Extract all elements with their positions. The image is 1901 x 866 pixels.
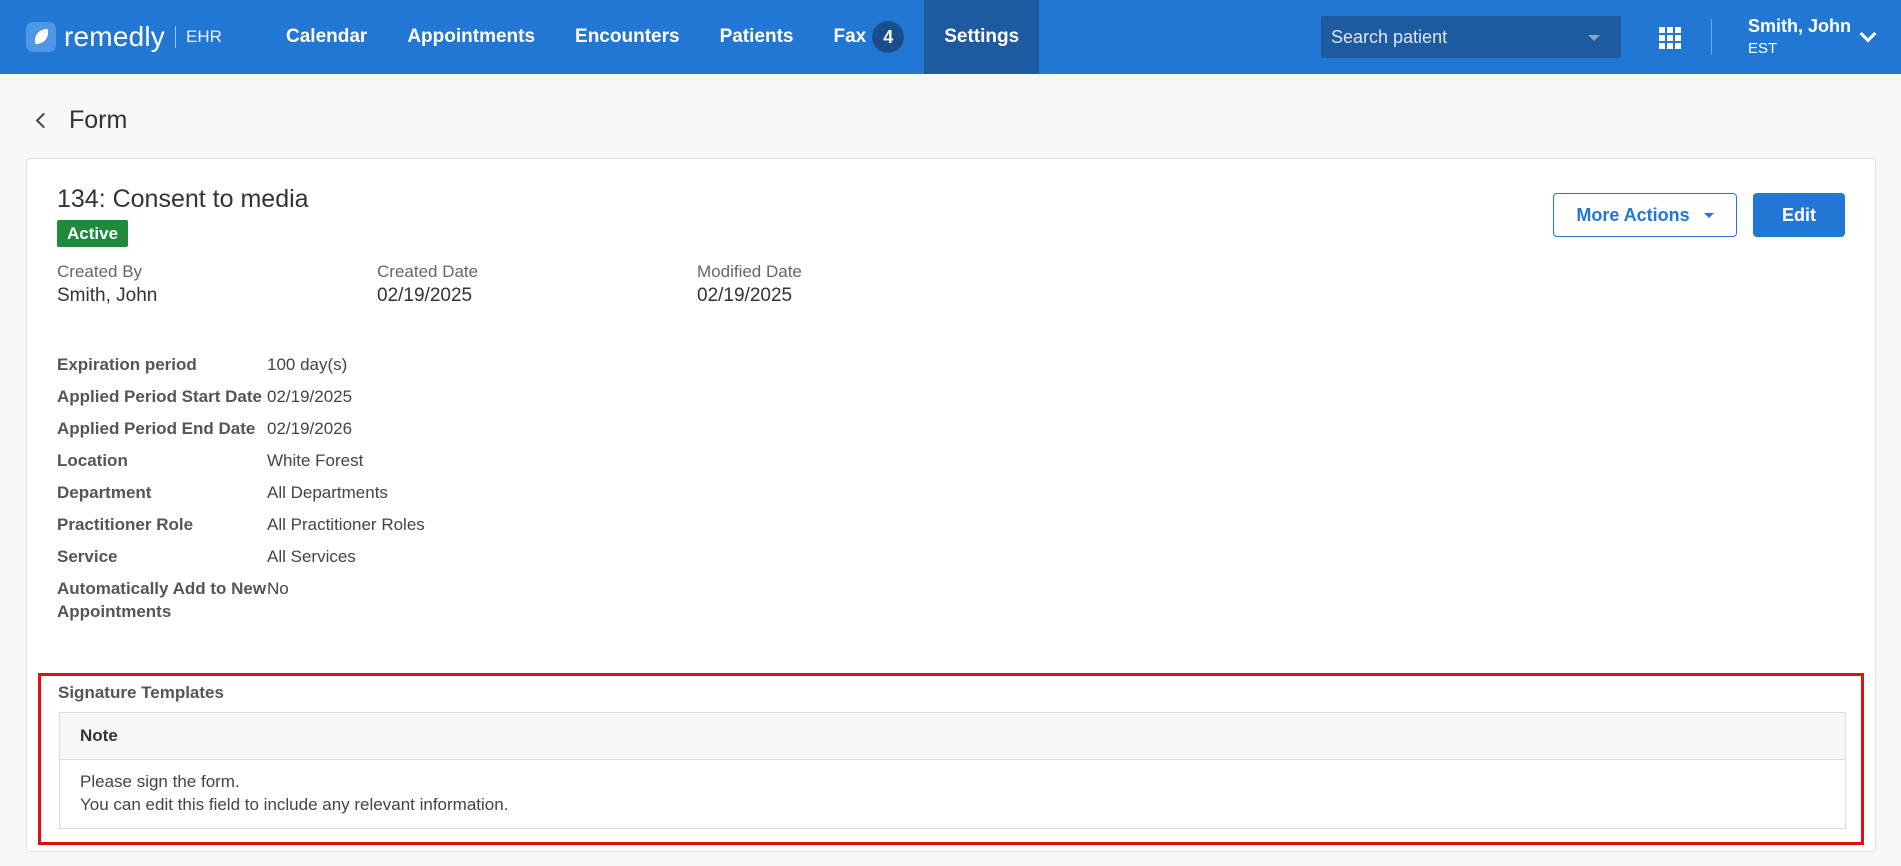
navbar-divider [1711, 19, 1712, 55]
brand-logo[interactable]: remedly EHR [26, 20, 222, 54]
back-chevron-icon[interactable] [35, 112, 52, 129]
nav-label: Settings [944, 26, 1020, 47]
table-row: Please sign the form. You can edit this … [60, 760, 1845, 826]
nav-encounters[interactable]: Encounters [555, 0, 700, 74]
detail-value: All Services [267, 547, 356, 566]
detail-row-service: Service All Services [57, 545, 657, 568]
detail-row-location: Location White Forest [57, 449, 657, 472]
more-actions-button[interactable]: More Actions [1553, 193, 1737, 237]
nav-label: Fax [833, 26, 867, 47]
user-timezone: EST [1748, 40, 1778, 57]
detail-label: Service [57, 547, 118, 566]
more-actions-label: More Actions [1576, 204, 1690, 225]
detail-label: Location [57, 451, 128, 470]
created-by-label: Created By [57, 262, 143, 281]
nav-settings[interactable]: Settings [924, 0, 1040, 74]
signature-templates-table: Note Please sign the form. You can edit … [59, 712, 1846, 829]
status-badge: Active [57, 220, 129, 247]
table-header-note: Note [60, 713, 1845, 760]
nav-label: Appointments [407, 26, 536, 47]
detail-value: 100 day(s) [267, 355, 348, 374]
nav-appointments[interactable]: Appointments [387, 0, 555, 74]
form-title: 134: Consent to media [57, 185, 309, 213]
created-date-value: 02/19/2025 [377, 285, 473, 306]
logo-icon [26, 22, 56, 52]
detail-value: All Departments [267, 483, 388, 502]
detail-label: Expiration period [57, 355, 197, 374]
page-header: Form [34, 106, 127, 135]
nav-fax[interactable]: Fax 4 [813, 0, 924, 74]
form-detail-card: 134: Consent to media Active More Action… [26, 158, 1876, 852]
detail-row-end-date: Applied Period End Date 02/19/2026 [57, 417, 657, 440]
created-date: Created Date 02/19/2025 [377, 262, 478, 307]
search-patient-input[interactable] [1321, 16, 1621, 58]
detail-value: White Forest [267, 451, 364, 470]
detail-value: All Practitioner Roles [267, 515, 425, 534]
signature-templates-section: Signature Templates Note Please sign the… [38, 673, 1864, 845]
apps-grid-icon[interactable] [1659, 27, 1681, 49]
detail-row-department: Department All Departments [57, 481, 657, 504]
nav-label: Encounters [575, 26, 680, 47]
edit-button[interactable]: Edit [1753, 193, 1845, 237]
nav-label: Patients [719, 26, 794, 47]
note-line: Please sign the form. [80, 772, 240, 791]
modified-date-label: Modified Date [697, 262, 802, 281]
chevron-down-icon[interactable] [1859, 25, 1877, 43]
detail-value: 02/19/2025 [267, 387, 353, 406]
form-details: Expiration period 100 day(s) Applied Per… [57, 353, 657, 632]
fax-count-badge: 4 [872, 21, 905, 53]
detail-label: Applied Period End Date [57, 419, 256, 438]
brand-divider [175, 26, 176, 48]
product-name: EHR [186, 27, 222, 46]
page-title: Form [69, 106, 128, 134]
brand-name: remedly [64, 21, 165, 52]
detail-value: No [267, 579, 289, 598]
nav-label: Calendar [286, 26, 368, 47]
nav-calendar[interactable]: Calendar [266, 0, 387, 74]
created-date-label: Created Date [377, 262, 479, 281]
signature-templates-title: Signature Templates [58, 683, 224, 702]
detail-value: 02/19/2026 [267, 419, 353, 438]
created-by: Created By Smith, John [57, 262, 157, 307]
detail-label: Practitioner Role [57, 515, 194, 534]
detail-row-expiration: Expiration period 100 day(s) [57, 353, 657, 376]
modified-date: Modified Date 02/19/2025 [697, 262, 802, 307]
modified-date-value: 02/19/2025 [697, 285, 793, 306]
top-navbar: remedly EHR Calendar Appointments Encoun… [0, 0, 1901, 74]
caret-down-icon [1703, 212, 1714, 218]
user-name: Smith, John [1748, 16, 1851, 36]
chevron-down-icon[interactable] [1588, 35, 1600, 41]
user-menu[interactable]: Smith, John EST [1748, 16, 1851, 57]
detail-row-auto-add: Automatically Add to New Appointments No [57, 577, 657, 623]
detail-row-start-date: Applied Period Start Date 02/19/2025 [57, 385, 657, 408]
detail-label: Automatically Add to New Appointments [57, 579, 267, 621]
main-nav: Calendar Appointments Encounters Patient… [266, 0, 1040, 74]
detail-row-practitioner-role: Practitioner Role All Practitioner Roles [57, 513, 657, 536]
detail-label: Applied Period Start Date [57, 387, 262, 406]
created-by-value: Smith, John [57, 285, 158, 306]
nav-patients[interactable]: Patients [700, 0, 814, 74]
detail-label: Department [57, 483, 152, 502]
note-line: You can edit this field to include any r… [80, 795, 509, 814]
